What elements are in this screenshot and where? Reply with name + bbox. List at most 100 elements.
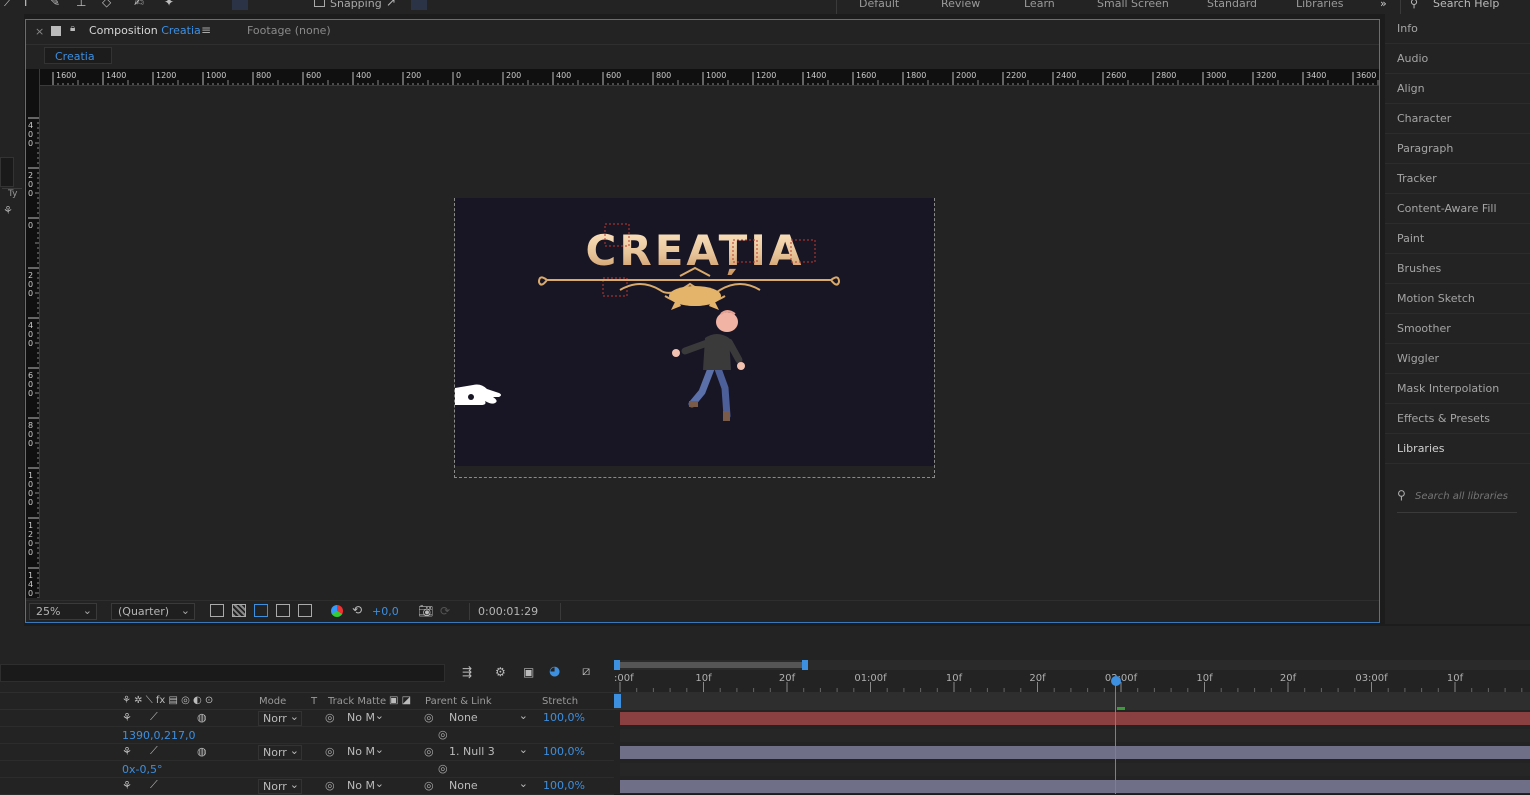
workspace-small-screen[interactable]: Small Screen	[1097, 0, 1169, 10]
axis-mode-icon[interactable]	[232, 0, 248, 10]
transparency-grid-icon[interactable]	[232, 604, 246, 617]
reset-exposure-icon[interactable]: ⟲	[352, 603, 362, 617]
track-matte-dropdown[interactable]: No M ⌄	[344, 743, 384, 760]
panel-item-libraries[interactable]: Libraries	[1385, 434, 1530, 464]
timeline-layer-row[interactable]: ⚘ ⟋ ◍ Norr ⌄ ◎ No M ⌄ ◎ None ⌄ 100,0%	[0, 709, 614, 727]
parent-column-header[interactable]: Parent & Link	[425, 696, 492, 707]
shy-icon[interactable]: ⚘	[122, 711, 132, 724]
quality-switch-icon[interactable]: ⟋	[150, 710, 158, 724]
roto-brush-icon[interactable]: ✍	[134, 0, 148, 9]
puppet-pin-icon[interactable]: ✦	[164, 0, 178, 9]
snapshot-camera-icon[interactable]: 📷︎	[418, 604, 433, 618]
panel-item-info[interactable]: Info	[1385, 14, 1530, 44]
t-column-header[interactable]: T	[311, 696, 317, 707]
timeline-start-marker[interactable]	[614, 694, 621, 708]
work-area-end-handle[interactable]	[802, 660, 808, 670]
layer-duration-bar[interactable]	[620, 712, 1530, 725]
comp-flowchart-icon[interactable]: ⇶	[462, 665, 472, 679]
track-matte-column-header[interactable]: Track Matte	[328, 696, 386, 707]
panel-item-content-aware-fill[interactable]: Content-Aware Fill	[1385, 194, 1530, 224]
parent-pickwhip-icon[interactable]: ◎	[424, 745, 434, 758]
composition-tab[interactable]: Composition Creatia	[89, 24, 201, 37]
pen-tool-icon[interactable]: ✎	[50, 0, 64, 9]
shy-icon[interactable]: ⚘	[122, 745, 132, 758]
search-help-label[interactable]: Search Help	[1433, 0, 1499, 10]
quality-switch-icon[interactable]: ⟋	[150, 744, 158, 758]
panel-item-tracker[interactable]: Tracker	[1385, 164, 1530, 194]
eraser-icon[interactable]: ◇	[102, 0, 116, 9]
graph-editor-icon[interactable]: ⧄	[582, 664, 590, 679]
work-area-bar[interactable]	[614, 660, 1530, 670]
workspace-standard[interactable]: Standard	[1207, 0, 1257, 10]
workspace-libraries[interactable]: Libraries	[1296, 0, 1344, 10]
workspace-overflow[interactable]: »	[1380, 0, 1387, 10]
workspace-default[interactable]: Default	[859, 0, 899, 10]
panel-item-smoother[interactable]: Smoother	[1385, 314, 1530, 344]
panel-lock-icon[interactable]	[51, 26, 61, 36]
blend-mode-dropdown[interactable]: Norr ⌄	[258, 778, 302, 794]
comp-canvas[interactable]: CREAȚIA	[455, 198, 934, 466]
draft-3d-icon[interactable]: ⚙	[495, 665, 506, 679]
layer-duration-bar[interactable]	[620, 780, 1530, 793]
grid-guides-icon[interactable]	[298, 604, 312, 617]
timeline-search-field[interactable]	[0, 664, 445, 682]
stretch-value[interactable]: 100,0%	[543, 711, 585, 724]
playhead-handle[interactable]	[1111, 676, 1121, 686]
panel-item-paint[interactable]: Paint	[1385, 224, 1530, 254]
type-tool-icon[interactable]: T	[22, 0, 36, 9]
parent-pickwhip-icon[interactable]: ◎	[424, 711, 434, 724]
motion-blur-icon[interactable]: ◕	[549, 664, 560, 679]
resolution-dropdown[interactable]: (Quarter) ⌄	[111, 603, 195, 620]
track-matte-pickwhip-icon[interactable]: ◎	[325, 745, 335, 758]
panel-item-paragraph[interactable]: Paragraph	[1385, 134, 1530, 164]
exposure-value[interactable]: +0,0	[372, 605, 399, 618]
libraries-search[interactable]: ⚲	[1397, 488, 1525, 506]
parent-pickwhip-icon[interactable]: ◎	[424, 779, 434, 792]
playhead-line[interactable]	[1115, 682, 1116, 794]
track-matte-pickwhip-icon[interactable]: ◎	[325, 779, 335, 792]
shy-icon[interactable]: ⚘	[122, 779, 132, 792]
panel-menu-icon[interactable]: ≡	[201, 23, 211, 37]
track-matte-pickwhip-icon[interactable]: ◎	[325, 711, 335, 724]
close-icon[interactable]: ×	[35, 25, 44, 38]
parent-dropdown[interactable]: None ⌄	[444, 777, 530, 794]
stretch-value[interactable]: 100,0%	[543, 745, 585, 758]
magnification-dropdown[interactable]: 25% ⌄	[29, 603, 97, 620]
parent-dropdown[interactable]: 1. Null 3 ⌄	[444, 743, 530, 760]
quality-switch-icon[interactable]: ⟋	[150, 778, 158, 792]
pickwhip-icon[interactable]: ◎	[438, 762, 448, 775]
track-matte-dropdown[interactable]: No M ⌄	[344, 777, 384, 794]
snap-options-icon[interactable]	[411, 0, 427, 10]
lock-icon[interactable]: 🔒︎	[70, 23, 75, 34]
footage-tab[interactable]: Footage (none)	[247, 24, 331, 37]
timeline-layer-row[interactable]: 1390,0,217,0 ◎	[0, 727, 614, 744]
panel-item-motion-sketch[interactable]: Motion Sketch	[1385, 284, 1530, 314]
show-snapshot-icon[interactable]: ⟳	[440, 604, 450, 618]
mask-visibility-icon[interactable]	[254, 604, 268, 617]
blend-mode-dropdown[interactable]: Norr ⌄	[258, 710, 302, 726]
mode-column-header[interactable]: Mode	[259, 696, 286, 707]
stretch-column-header[interactable]: Stretch	[542, 696, 578, 707]
snap-icon[interactable]: ↗	[386, 0, 400, 9]
clone-stamp-icon[interactable]: ⊥	[76, 0, 90, 9]
selection-tool-icon[interactable]: ⟋	[4, 0, 18, 9]
work-area-range[interactable]	[617, 662, 805, 668]
motion-blur-switch-icon[interactable]: ◍	[197, 745, 207, 758]
snapping-checkbox[interactable]	[314, 0, 325, 7]
work-area-start-handle[interactable]	[614, 660, 620, 670]
timeline-layer-row[interactable]: 0x-0,5° ◎	[0, 761, 614, 778]
panel-item-effects-presets[interactable]: Effects & Presets	[1385, 404, 1530, 434]
region-of-interest-icon[interactable]	[276, 604, 290, 617]
pickwhip-icon[interactable]: ◎	[438, 728, 448, 741]
time-ruler[interactable]: :00f 10f 20f 01:00f 10f 20f 02:00f 10f 20f 03:00f…	[614, 670, 1530, 692]
composition-subtab[interactable]: Creatia	[44, 47, 112, 64]
stretch-value[interactable]: 100,0%	[543, 779, 585, 792]
motion-blur-switch-icon[interactable]: ◍	[197, 711, 207, 724]
blend-mode-dropdown[interactable]: Norr ⌄	[258, 744, 302, 760]
track-matte-dropdown[interactable]: No M ⌄	[344, 709, 384, 726]
layer-duration-bar[interactable]	[620, 746, 1530, 759]
panel-item-align[interactable]: Align	[1385, 74, 1530, 104]
current-time-display[interactable]: 0:00:01:29	[469, 603, 561, 620]
workspace-learn[interactable]: Learn	[1024, 0, 1055, 10]
search-help-icon[interactable]: ⚲	[1410, 0, 1418, 10]
